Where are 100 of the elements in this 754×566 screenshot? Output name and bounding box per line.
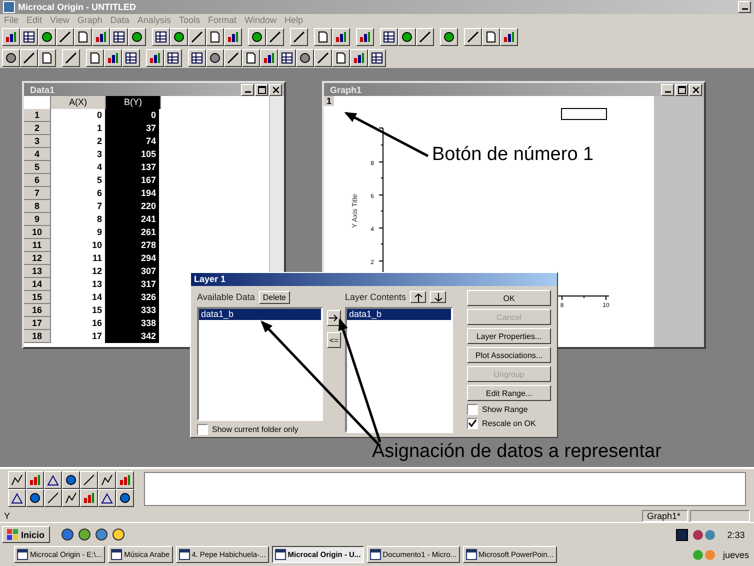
row-number[interactable]: 3	[24, 135, 51, 148]
toolbar-button[interactable]	[116, 471, 134, 489]
toolbar-button[interactable]	[8, 471, 26, 489]
toolbar-button[interactable]	[62, 48, 80, 66]
toolbar-button[interactable]	[98, 489, 116, 507]
toolbar-button[interactable]	[2, 28, 20, 46]
toolbar-button[interactable]	[38, 28, 56, 46]
quick-launch-icon[interactable]	[112, 528, 125, 541]
list-item[interactable]: data1_b	[347, 309, 451, 320]
toolbar-button[interactable]	[98, 471, 116, 489]
checkbox[interactable]	[467, 404, 478, 415]
row-number[interactable]: 10	[24, 226, 51, 239]
row-number[interactable]: 12	[24, 252, 51, 265]
toolbar-button[interactable]	[128, 28, 146, 46]
toolbar-button[interactable]	[224, 48, 242, 66]
toolbar-button[interactable]	[314, 48, 332, 66]
toolbar-button[interactable]	[80, 489, 98, 507]
row-number[interactable]: 7	[24, 187, 51, 200]
toolbar-button[interactable]	[116, 489, 134, 507]
toolbar-button[interactable]	[44, 489, 62, 507]
toolbar-button[interactable]	[122, 48, 140, 66]
toolbar-button[interactable]	[20, 28, 38, 46]
toolbar-button[interactable]	[20, 48, 38, 66]
row-number[interactable]: 6	[24, 174, 51, 187]
toolbar-button[interactable]	[92, 28, 110, 46]
toolbar-button[interactable]	[260, 48, 278, 66]
toolbar-button[interactable]	[248, 28, 266, 46]
toolbar-button[interactable]	[80, 471, 98, 489]
toolbar-button[interactable]	[314, 28, 332, 46]
toolbar-button[interactable]	[2, 48, 20, 66]
dialog-button[interactable]: OK	[467, 290, 551, 306]
toolbar-button[interactable]	[188, 28, 206, 46]
toolbar-button[interactable]	[206, 48, 224, 66]
start-button[interactable]: Inicio	[2, 526, 50, 543]
row-number[interactable]: 8	[24, 200, 51, 213]
toolbar-button[interactable]	[482, 28, 500, 46]
toolbar-button[interactable]	[368, 48, 386, 66]
row-number[interactable]: 9	[24, 213, 51, 226]
toolbar-button[interactable]	[440, 28, 458, 46]
toolbar-button[interactable]	[74, 28, 92, 46]
keyboard-icon[interactable]	[676, 528, 688, 540]
move-down-button[interactable]	[430, 291, 446, 303]
toolbar-button[interactable]	[380, 28, 398, 46]
script-window[interactable]	[144, 472, 746, 506]
dialog-button[interactable]: Edit Range...	[467, 385, 551, 401]
remove-button[interactable]: <=	[327, 332, 341, 348]
row-number[interactable]: 11	[24, 239, 51, 252]
toolbar-button[interactable]	[464, 28, 482, 46]
toolbar-button[interactable]	[266, 28, 284, 46]
quick-launch-icon[interactable]	[94, 528, 108, 541]
list-item[interactable]: data1_b	[199, 309, 321, 320]
toolbar-button[interactable]	[86, 48, 104, 66]
toolbar-button[interactable]	[44, 471, 62, 489]
toolbar-button[interactable]	[290, 28, 308, 46]
toolbar-button[interactable]	[350, 48, 368, 66]
toolbar-button[interactable]	[170, 28, 188, 46]
toolbar-button[interactable]	[296, 48, 314, 66]
tray-icon[interactable]	[692, 528, 716, 540]
row-number[interactable]: 18	[24, 330, 51, 343]
toolbar-button[interactable]	[332, 28, 350, 46]
row-number[interactable]: 17	[24, 317, 51, 330]
minimize-button[interactable]	[738, 1, 751, 13]
toolbar-button[interactable]	[38, 48, 56, 66]
toolbar-button[interactable]	[62, 471, 80, 489]
row-number[interactable]: 1	[24, 109, 51, 122]
delete-button[interactable]: Delete	[258, 290, 290, 304]
toolbar-button[interactable]	[110, 28, 128, 46]
row-number[interactable]: 13	[24, 265, 51, 278]
toolbar-button[interactable]	[104, 48, 122, 66]
row-number[interactable]: 16	[24, 304, 51, 317]
move-up-button[interactable]	[410, 291, 426, 303]
dialog-button[interactable]: Plot Associations...	[467, 347, 551, 363]
column-header[interactable]: A(X)	[51, 96, 106, 109]
add-button[interactable]	[327, 310, 341, 326]
toolbar-button[interactable]	[356, 28, 374, 46]
toolbar-button[interactable]	[278, 48, 296, 66]
toolbar-button[interactable]	[62, 489, 80, 507]
toolbar-button[interactable]	[152, 28, 170, 46]
column-header[interactable]: B(Y)	[106, 96, 161, 109]
layer-button[interactable]: 1	[324, 96, 334, 106]
toolbar-button[interactable]	[56, 28, 74, 46]
row-number[interactable]: 4	[24, 148, 51, 161]
toolbar-button[interactable]	[224, 28, 242, 46]
toolbar-button[interactable]	[164, 48, 182, 66]
toolbar-button[interactable]	[188, 48, 206, 66]
row-number[interactable]: 14	[24, 278, 51, 291]
toolbar-button[interactable]	[26, 471, 44, 489]
row-number[interactable]: 2	[24, 122, 51, 135]
toolbar-button[interactable]	[206, 28, 224, 46]
toolbar-button[interactable]	[8, 489, 26, 507]
quick-launch-icon[interactable]	[78, 528, 91, 541]
row-number[interactable]: 15	[24, 291, 51, 304]
toolbar-button[interactable]	[416, 28, 434, 46]
checkbox[interactable]	[197, 424, 208, 435]
row-number[interactable]: 5	[24, 161, 51, 174]
checkbox[interactable]	[467, 418, 478, 429]
toolbar-button[interactable]	[26, 489, 44, 507]
toolbar-button[interactable]	[332, 48, 350, 66]
toolbar-button[interactable]	[146, 48, 164, 66]
quick-launch-icon[interactable]	[60, 528, 74, 541]
